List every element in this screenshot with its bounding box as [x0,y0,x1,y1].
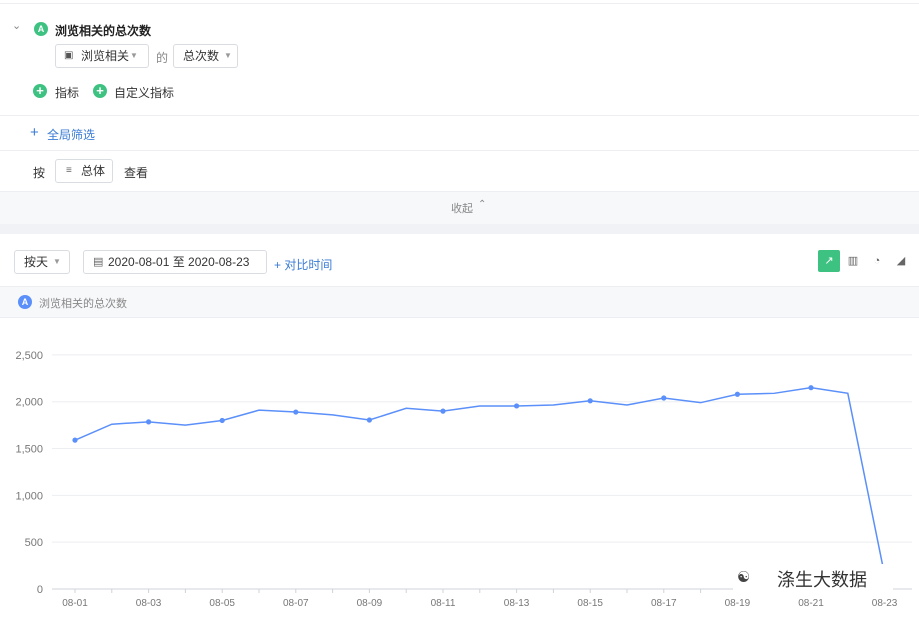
y-tick-label: 2,000 [15,397,43,409]
of-label: 的 [156,51,169,65]
x-tick-label: 08-13 [504,598,530,609]
line-chart-icon[interactable]: ↗ [818,250,840,272]
x-tick-label: 08-15 [577,598,603,609]
metric-title[interactable]: 浏览相关的总次数 [55,22,151,39]
chart-panel: 按天 ▼ ▤ 2020-08-01 至 2020-08-23 + 对比时间 ↗ … [0,234,919,618]
legend-badge: A [18,295,32,309]
granularity-select[interactable]: 按天 ▼ [14,250,70,274]
x-tick-label: 08-17 [651,598,677,609]
scan-icon: ▣ [64,50,74,61]
group-by-suffix: 查看 [124,166,149,180]
add-icon[interactable]: + [93,84,107,98]
divider [0,115,919,116]
x-tick-label: 08-21 [798,598,824,609]
pie-chart-icon[interactable]: ◔ [866,250,888,272]
caret-down-icon: ▼ [130,51,138,60]
group-by-prefix: 按 [33,166,46,180]
data-point [219,417,225,424]
plus-icon[interactable]: + [30,124,39,141]
chevron-down-icon[interactable]: ⌄ [12,19,21,32]
watermark-text: 涤生大数据 [777,570,867,590]
x-tick-label: 08-23 [872,598,898,609]
add-custom-metric-button[interactable]: 自定义指标 [114,84,174,101]
y-tick-label: 500 [25,537,43,549]
add-icon[interactable]: + [33,84,47,98]
event-select[interactable]: ▣ 浏览相关 ▼ [55,44,149,68]
granularity-value: 按天 [24,255,49,269]
query-config-panel: ⌄ A 浏览相关的总次数 ▣ 浏览相关 ▼ 的 总次数 ▼ + 指标 + 自定义… [0,0,919,224]
data-point [72,437,78,443]
date-range-picker[interactable]: ▤ 2020-08-01 至 2020-08-23 [83,250,267,274]
wechat-icon: ☯ [737,569,751,586]
x-tick-label: 08-05 [209,598,235,609]
collapse-label: 收起 [451,203,473,215]
event-select-value: 浏览相关 [81,49,130,63]
x-tick-label: 08-09 [357,598,383,609]
group-by-value: 总体 [81,164,106,178]
data-point [587,398,593,404]
data-point [734,391,741,397]
data-point [146,419,152,425]
data-point [514,403,520,409]
x-tick-label: 08-19 [725,598,751,609]
data-point [293,409,299,415]
divider [0,150,919,151]
date-range-value: 2020-08-01 至 2020-08-23 [108,255,250,269]
compare-time-button[interactable]: + 对比时间 [274,256,332,273]
series-line [74,386,886,576]
chevron-up-icon: ⌃ [478,199,487,210]
add-metric-button[interactable]: 指标 [55,84,79,101]
caret-down-icon: ▼ [53,257,61,266]
x-tick-label: 08-07 [283,598,309,609]
caret-down-icon: ▼ [224,51,232,60]
y-tick-label: 1,000 [15,490,43,502]
watermark: ☯ 涤生大数据 [733,564,893,594]
collapse-bar[interactable]: 收起 ⌃ [0,192,919,224]
area-chart-icon[interactable]: ◢ [890,250,912,272]
bar-chart-icon[interactable]: ▥ [842,250,864,272]
measure-select-value: 总次数 [183,49,220,63]
divider [0,3,919,4]
x-tick-label: 08-03 [136,598,162,609]
y-tick-label: 1,500 [15,444,43,456]
y-tick-label: 0 [37,584,43,596]
data-point [661,395,667,401]
y-tick-label: 2,500 [15,350,43,362]
data-point [808,385,814,391]
calendar-icon: ▤ [93,256,104,268]
list-icon: ≡ [66,165,72,176]
x-tick-label: 08-01 [62,598,88,609]
data-point [366,417,372,423]
legend-label[interactable]: 浏览相关的总次数 [39,295,127,311]
legend-bar: A 浏览相关的总次数 [0,286,919,318]
global-filter-button[interactable]: 全局筛选 [47,126,95,143]
group-by-select[interactable]: ≡ 总体 [55,159,113,183]
data-point [440,408,446,414]
metric-badge: A [34,22,48,36]
measure-select[interactable]: 总次数 ▼ [173,44,238,68]
x-tick-label: 08-11 [431,598,456,609]
